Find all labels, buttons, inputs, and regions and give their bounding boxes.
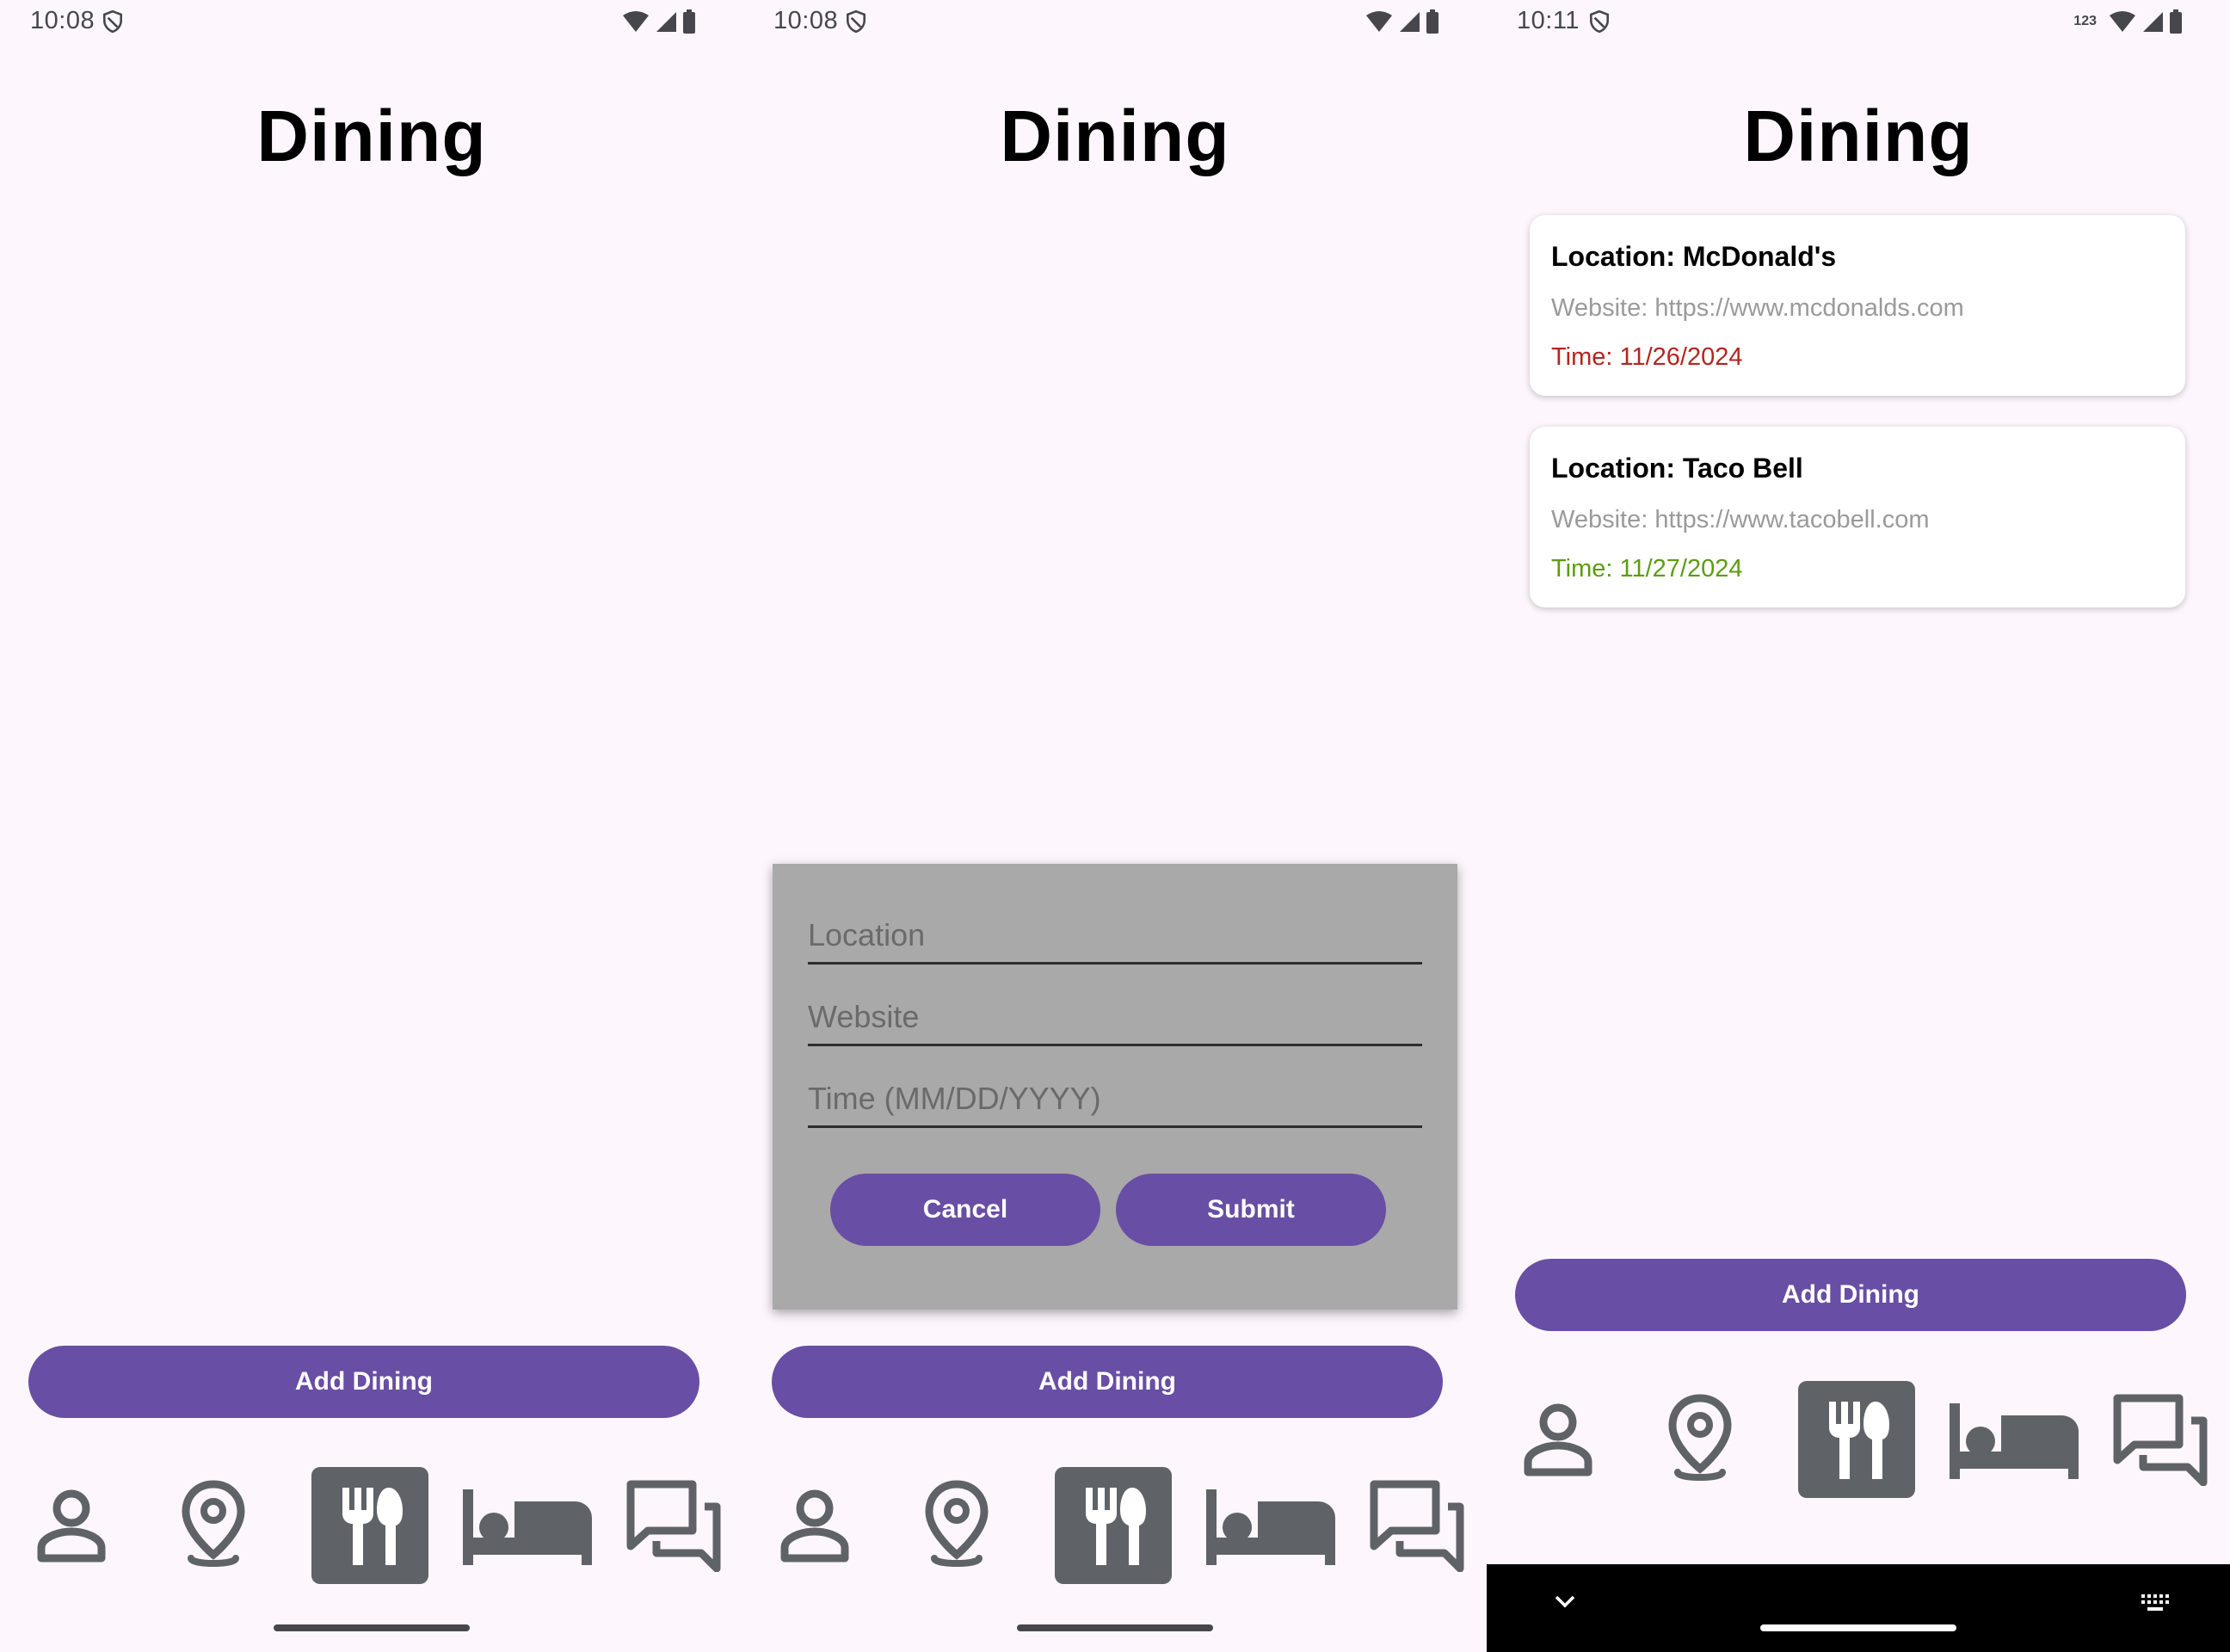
battery-icon <box>1426 9 1438 34</box>
dining-card[interactable]: Location: McDonald's Website: https://ww… <box>1530 215 2185 396</box>
battery-icon <box>2170 9 2182 34</box>
time-input[interactable] <box>808 1074 1422 1124</box>
add-dining-button[interactable]: Add Dining <box>1515 1259 2186 1331</box>
location-field <box>808 910 1422 965</box>
shield-icon <box>847 9 866 34</box>
nav-item-dining-selected <box>311 1467 428 1584</box>
cancel-button[interactable]: Cancel <box>830 1174 1100 1246</box>
battery-icon <box>683 9 695 34</box>
bottom-navigation <box>743 1464 1487 1602</box>
status-icons <box>622 9 696 34</box>
nav-item-chat[interactable] <box>2110 1378 2209 1501</box>
page-title: Dining <box>256 96 487 176</box>
dining-icon <box>342 1488 403 1565</box>
status-bar: 10:11 123 <box>1487 0 2230 43</box>
card-website: Website: https://www.mcdonalds.com <box>1551 294 1964 322</box>
keyboard-navigation-bar <box>1487 1564 2230 1652</box>
shield-icon <box>103 9 122 34</box>
dining-card[interactable]: Location: Taco Bell Website: https://www… <box>1530 427 2185 607</box>
nav-item-dining-selected <box>1055 1467 1172 1584</box>
nav-item-hotels[interactable] <box>1947 1378 2080 1501</box>
submit-button[interactable]: Submit <box>1116 1174 1386 1246</box>
page-title: Dining <box>1743 96 1974 176</box>
shield-icon <box>1590 9 1609 34</box>
nav-item-dining[interactable] <box>311 1464 428 1587</box>
nav-item-dining-selected <box>1798 1381 1915 1498</box>
nav-item-dining[interactable] <box>1798 1378 1915 1501</box>
add-dining-button[interactable]: Add Dining <box>772 1346 1443 1418</box>
hotel-bed-icon <box>1949 1403 2079 1479</box>
location-pin-icon <box>924 1480 989 1567</box>
nav-item-chat[interactable] <box>624 1464 723 1587</box>
nav-item-profile[interactable] <box>13 1464 129 1587</box>
status-bar: 10:08 <box>0 0 743 43</box>
nav-item-profile[interactable] <box>756 1464 872 1587</box>
bottom-navigation <box>0 1464 743 1602</box>
website-field <box>808 992 1422 1046</box>
card-time: Time: 11/27/2024 <box>1551 555 1743 583</box>
location-pin-icon <box>181 1480 245 1567</box>
card-location: Location: Taco Bell <box>1551 453 1803 484</box>
add-dining-button[interactable]: Add Dining <box>28 1346 699 1418</box>
status-bar: 10:08 <box>743 0 1487 43</box>
wifi-icon <box>2110 11 2135 32</box>
signal-icon <box>656 12 676 32</box>
screen-dining-list: 10:11 123 Dining Location: McDonald's We… <box>1487 0 2230 1652</box>
signal-icon <box>1400 12 1420 32</box>
chat-icon <box>2113 1394 2207 1486</box>
screen-empty-list: 10:08 Dining Add Dining <box>0 0 743 1652</box>
nav-item-chat[interactable] <box>1367 1464 1466 1587</box>
hotel-bed-icon <box>1205 1489 1335 1565</box>
location-input[interactable] <box>808 910 1422 960</box>
person-icon <box>1524 1403 1592 1476</box>
status-icons <box>1365 9 1439 34</box>
nav-item-profile[interactable] <box>1500 1378 1616 1501</box>
keyboard-mode-indicator: 123 <box>2073 14 2097 28</box>
card-location: Location: McDonald's <box>1551 241 1837 272</box>
nav-item-hotels[interactable] <box>460 1464 594 1587</box>
status-time: 10:08 <box>773 7 839 34</box>
website-input[interactable] <box>808 992 1422 1042</box>
card-time: Time: 11/26/2024 <box>1551 343 1743 371</box>
chevron-down-icon[interactable] <box>1554 1593 1576 1609</box>
nav-item-locations[interactable] <box>898 1464 1014 1587</box>
page-title: Dining <box>1000 96 1230 176</box>
hotel-bed-icon <box>462 1489 592 1565</box>
home-indicator <box>1760 1624 1956 1631</box>
wifi-icon <box>1366 11 1392 32</box>
person-icon <box>780 1489 848 1563</box>
dining-icon <box>1086 1488 1146 1565</box>
nav-item-hotels[interactable] <box>1204 1464 1337 1587</box>
status-time: 10:11 <box>1517 7 1580 34</box>
dining-icon <box>1829 1402 1889 1479</box>
chat-icon <box>626 1480 720 1572</box>
location-pin-icon <box>1667 1394 1732 1481</box>
screen-add-dialog: 10:08 Dining Cancel Submit Add Dining <box>743 0 1487 1652</box>
home-indicator <box>274 1624 470 1631</box>
wifi-icon <box>623 11 649 32</box>
bottom-navigation <box>1487 1378 2230 1516</box>
status-icons: 123 <box>2073 9 2183 34</box>
card-website: Website: https://www.tacobell.com <box>1551 506 1930 533</box>
keyboard-icon[interactable] <box>2141 1593 2170 1612</box>
chat-icon <box>1370 1480 1463 1572</box>
time-field <box>808 1074 1422 1128</box>
nav-item-locations[interactable] <box>1642 1378 1758 1501</box>
home-indicator <box>1017 1624 1213 1631</box>
nav-item-locations[interactable] <box>155 1464 271 1587</box>
nav-item-dining[interactable] <box>1055 1464 1172 1587</box>
status-time: 10:08 <box>30 7 95 34</box>
person-icon <box>37 1489 105 1563</box>
signal-icon <box>2143 12 2163 32</box>
add-dining-dialog: Cancel Submit <box>773 864 1457 1310</box>
